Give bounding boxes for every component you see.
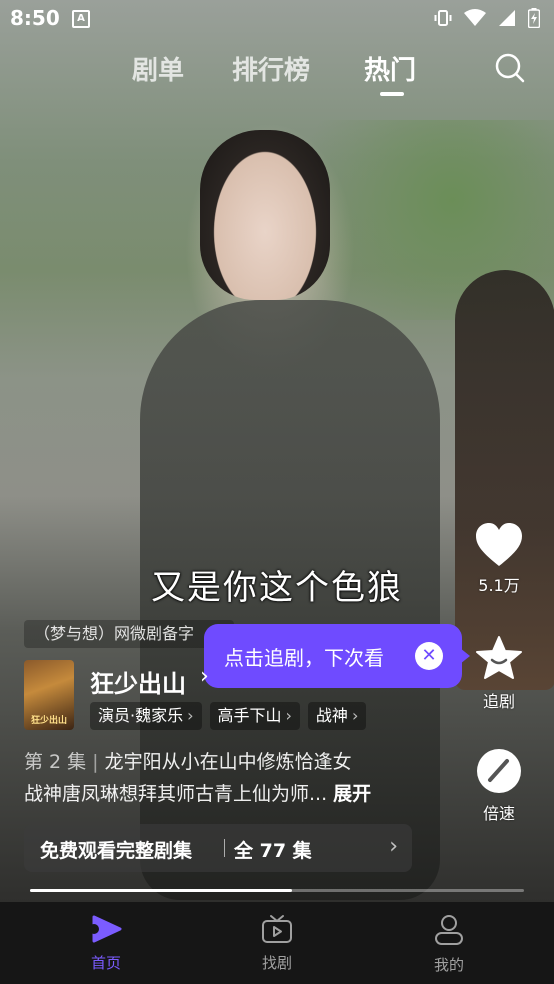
signal-icon: [499, 10, 515, 26]
nav-home-label: 首页: [90, 954, 121, 972]
description-text-1: 龙宇阳从小在山中修炼恰逢女: [104, 751, 352, 773]
notification-badge: A: [72, 10, 90, 28]
expand-link[interactable]: 展开: [333, 783, 371, 805]
app-screen: 8:50 A 剧单 排行榜 热门 又是你这个色狼 5.1万 追剧 倍速 （梦与想…: [0, 0, 554, 984]
video-main-face: [200, 130, 330, 300]
video-side-figure: [455, 270, 554, 690]
speed-action[interactable]: 倍速: [472, 746, 526, 824]
tooltip-arrow: [460, 648, 470, 664]
follow-action[interactable]: 追剧: [472, 634, 526, 712]
tag-genre-label: 高手下山: [217, 706, 282, 725]
playback-progress-bar[interactable]: [30, 889, 524, 892]
tab-ranking[interactable]: 排行榜: [232, 50, 310, 87]
episode-count: 全 77 集: [234, 840, 312, 862]
search-icon[interactable]: [494, 52, 526, 84]
follow-tooltip: 点击追剧，下次看 ✕: [204, 624, 470, 688]
bottom-nav: 首页 找剧 我的: [0, 902, 554, 984]
tag-theme[interactable]: 战神 ›: [307, 702, 367, 730]
tag-theme-label: 战神: [315, 706, 348, 725]
tv-icon: [262, 915, 292, 943]
chevron-right-icon: ›: [351, 706, 359, 725]
wifi-icon: [464, 9, 486, 26]
status-time: 8:50: [10, 6, 60, 30]
playback-progress-fill: [30, 889, 292, 892]
like-action[interactable]: 5.1万: [472, 522, 526, 596]
tooltip-text: 点击追剧，下次看: [224, 646, 384, 670]
follow-label: 追剧: [482, 692, 515, 711]
close-icon[interactable]: ✕: [415, 642, 443, 670]
description-line-2: 战神唐凤琳想拜其师古青上仙为师... 展开: [24, 778, 420, 810]
description-line-1: 第 2 集 | 龙宇阳从小在山中修炼恰逢女: [24, 746, 420, 778]
drama-poster[interactable]: 狂少出山: [24, 660, 74, 730]
episode-label: 第 2 集: [24, 751, 87, 773]
like-count: 5.1万: [478, 576, 520, 595]
nav-discover[interactable]: 找剧: [237, 914, 317, 973]
nav-profile-label: 我的: [433, 956, 464, 974]
poster-title: 狂少出山: [30, 716, 67, 726]
chevron-right-icon: ›: [285, 706, 292, 725]
tab-playlist[interactable]: 剧单: [132, 50, 184, 87]
active-tab-indicator: [380, 92, 404, 96]
heart-icon[interactable]: [474, 522, 524, 568]
tab-popular[interactable]: 热门: [364, 50, 416, 87]
description-text-2: 战神唐凤琳想拜其师古青上仙为师...: [24, 783, 328, 805]
speed-gauge-icon[interactable]: [474, 746, 524, 796]
tag-actor[interactable]: 演员·魏家乐 ›: [90, 702, 202, 730]
full-episodes-label: 免费观看完整剧集: [40, 840, 193, 862]
chevron-right-icon: ›: [389, 834, 398, 859]
status-bar: 8:50 A: [0, 0, 554, 38]
chevron-right-icon[interactable]: ›: [200, 664, 209, 689]
divider: [224, 839, 225, 857]
drama-tags: 演员·魏家乐 › 高手下山 › 战神 ›: [90, 702, 367, 730]
play-icon: [89, 915, 122, 943]
top-tabs: 剧单 排行榜 热门: [0, 50, 554, 100]
registration-notice: （梦与想）网微剧备字: [24, 620, 234, 648]
nav-discover-label: 找剧: [261, 954, 292, 972]
user-icon: [435, 915, 463, 945]
divider: |: [92, 751, 99, 773]
tag-actor-label: 演员·魏家乐: [98, 706, 184, 725]
full-episodes-button[interactable]: 免费观看完整剧集 全 77 集 ›: [24, 824, 412, 872]
status-icons: [434, 8, 540, 28]
nav-home[interactable]: 首页: [66, 914, 146, 973]
drama-title[interactable]: 狂少出山: [90, 664, 186, 699]
battery-icon: [528, 8, 540, 28]
tag-genre[interactable]: 高手下山 ›: [209, 702, 300, 730]
drama-description[interactable]: 第 2 集 | 龙宇阳从小在山中修炼恰逢女 战神唐凤琳想拜其师古青上仙为师... 展…: [24, 746, 420, 810]
nav-profile[interactable]: 我的: [409, 914, 489, 975]
chevron-right-icon: ›: [187, 706, 194, 725]
star-smile-icon[interactable]: [474, 634, 524, 684]
video-subtitle: 又是你这个色狼: [151, 568, 403, 608]
speed-label: 倍速: [482, 804, 515, 823]
vibrate-icon: [434, 10, 452, 26]
